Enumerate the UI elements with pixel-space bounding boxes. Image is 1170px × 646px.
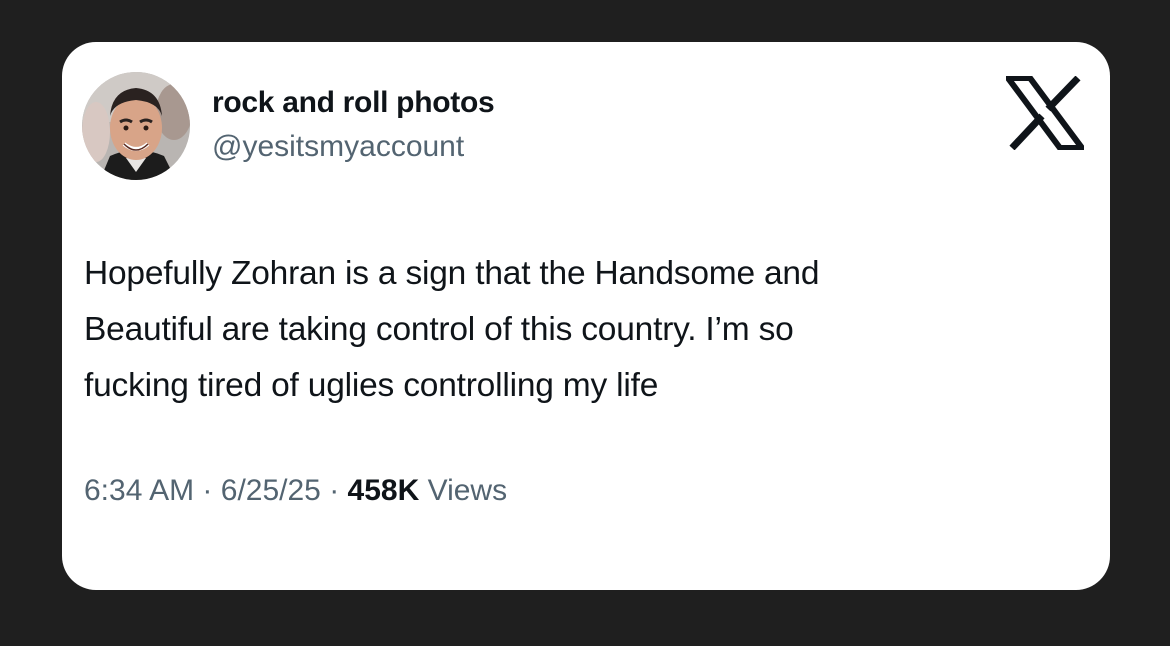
tweet-text-line: fucking tired of uglies controlling my l…	[84, 367, 659, 404]
user-handle[interactable]: @yesitsmyaccount	[212, 130, 464, 164]
meta-separator: ·	[329, 474, 340, 507]
tweet-date[interactable]: 6/25/25	[221, 474, 321, 507]
tweet-text: Hopefully Zohran is a sign that the Hand…	[84, 246, 1084, 414]
views-label: Views	[427, 474, 508, 507]
display-name[interactable]: rock and roll photos	[212, 86, 495, 120]
tweet-text-line: Beautiful are taking control of this cou…	[84, 311, 794, 348]
x-logo-icon	[1002, 75, 1088, 151]
avatar[interactable]	[82, 72, 190, 180]
tweet-text-line: Hopefully Zohran is a sign that the Hand…	[84, 255, 820, 292]
tweet-card: rock and roll photos @yesitsmyaccount Ho…	[62, 42, 1110, 590]
views-count[interactable]: 458K	[348, 474, 420, 507]
tweet-time[interactable]: 6:34 AM	[84, 474, 194, 507]
profile-photo-icon	[82, 72, 190, 180]
tweet-meta: 6:34 AM · 6/25/25 · 458K Views	[84, 474, 507, 508]
meta-separator: ·	[202, 474, 213, 507]
